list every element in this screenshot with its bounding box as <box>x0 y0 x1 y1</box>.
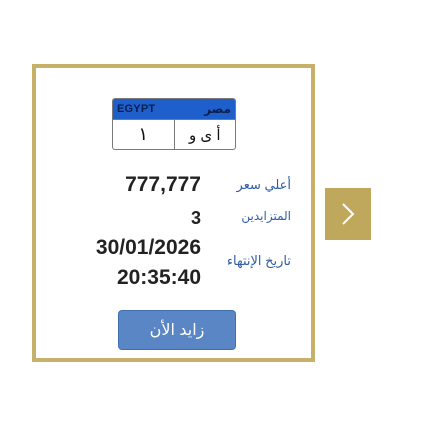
plate-listing-card: EGYPT مصر ١ أ ى و 777,777 أعلي سعر 3 الم… <box>32 64 315 362</box>
highest-price-value: 777,777 <box>125 173 201 196</box>
plate-body: ١ أ ى و <box>113 119 235 149</box>
bidders-count-label: المتزايدين <box>241 209 291 223</box>
next-button[interactable] <box>325 188 371 240</box>
plate-letters: أ ى و <box>189 126 221 144</box>
expiry-time-value: 20:35:40 <box>116 266 201 289</box>
bid-now-button[interactable]: زايد الأن <box>118 310 236 350</box>
plate-country-ar: مصر <box>204 102 231 116</box>
license-plate: EGYPT مصر ١ أ ى و <box>112 98 236 150</box>
page: EGYPT مصر ١ أ ى و 777,777 أعلي سعر 3 الم… <box>0 0 430 430</box>
expiry-date-value: 30/01/2026 <box>95 236 201 259</box>
expiry-label: تاريخ الإنتهاء <box>226 253 291 268</box>
plate-number: ١ <box>113 120 175 149</box>
bidders-count-value: 3 <box>190 208 201 228</box>
plate-header: EGYPT مصر <box>113 99 235 119</box>
plate-country-en: EGYPT <box>117 103 156 115</box>
highest-price-label: أعلي سعر <box>236 177 291 192</box>
chevron-right-icon <box>339 201 357 227</box>
